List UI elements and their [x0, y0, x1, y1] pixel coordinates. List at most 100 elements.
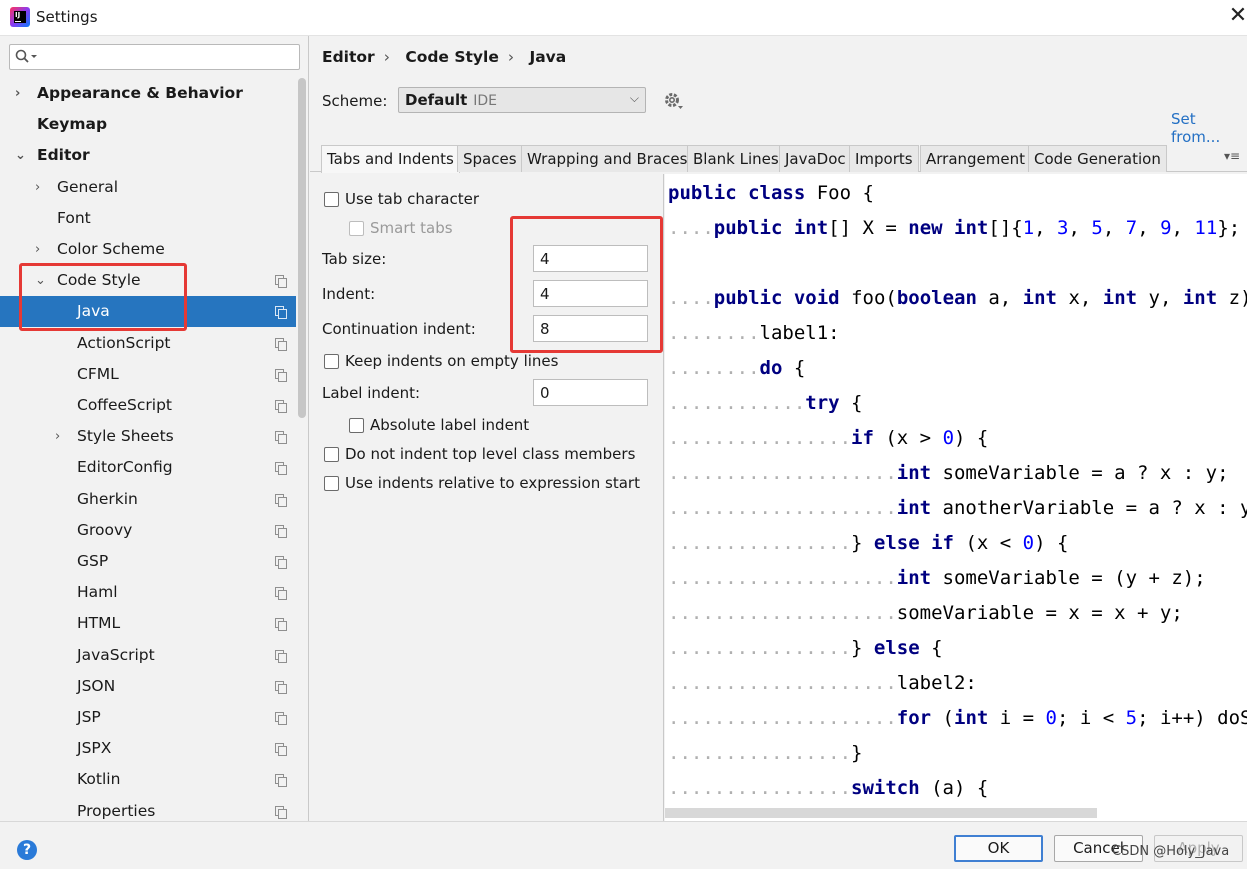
sidebar-item-label: Color Scheme	[57, 240, 165, 258]
code-text: ,	[1102, 217, 1126, 239]
preview-horizontal-scrollbar[interactable]	[665, 808, 1097, 818]
chevron-right-icon[interactable]: ›	[15, 78, 29, 109]
label-indent-input[interactable]: 0	[533, 379, 648, 406]
sidebar-item[interactable]: › Style Sheets	[0, 421, 296, 452]
dialog-footer: ? OK Cancel Apply CSDN @Holy_Java	[0, 821, 1247, 869]
code-keyword: int	[1022, 287, 1057, 309]
project-scheme-icon	[275, 431, 287, 444]
project-scheme-icon	[275, 681, 287, 694]
help-icon[interactable]: ?	[17, 840, 37, 860]
code-keyword: int	[896, 497, 932, 519]
settings-search-input[interactable]	[9, 44, 300, 70]
breadcrumb-code-style[interactable]: Code Style	[405, 48, 499, 66]
relative-indents-checkbox[interactable]	[324, 476, 339, 491]
sidebar-item[interactable]: JavaScript	[0, 640, 296, 671]
sidebar-item[interactable]: JSP	[0, 702, 296, 733]
tabs-overflow-icon[interactable]: ▾≡	[1224, 149, 1240, 163]
tab-spaces[interactable]: Spaces	[457, 145, 523, 172]
code-keyword: int	[1182, 287, 1218, 309]
tab-blank-lines[interactable]: Blank Lines	[687, 145, 785, 172]
use-tab-character-checkbox[interactable]	[324, 192, 339, 207]
code-text: ; i++) doSomething(i);	[1137, 707, 1247, 729]
tab-code-generation[interactable]: Code Generation	[1028, 145, 1167, 172]
sidebar-item[interactable]: › Appearance & Behavior	[0, 78, 296, 109]
chevron-right-icon[interactable]: ›	[35, 234, 49, 265]
no-indent-top-level-checkbox[interactable]	[324, 447, 339, 462]
tab-wrapping-and-braces[interactable]: Wrapping and Braces	[521, 145, 694, 172]
sidebar-item-label: Appearance & Behavior	[37, 84, 243, 102]
sidebar-item-label: CFML	[77, 365, 119, 383]
sidebar-item[interactable]: ActionScript	[0, 328, 296, 359]
scrollbar-thumb[interactable]	[298, 78, 306, 418]
sidebar-item[interactable]: Gherkin	[0, 484, 296, 515]
sidebar-item[interactable]: Keymap	[0, 109, 296, 140]
ok-button[interactable]: OK	[954, 835, 1043, 862]
gear-icon[interactable]	[664, 91, 684, 111]
indent-guide-dots: ............	[668, 392, 806, 414]
code-text: }	[851, 637, 874, 659]
sidebar-item[interactable]: EditorConfig	[0, 452, 296, 483]
code-preview: public class Foo {....public int[] X = n…	[665, 174, 1247, 821]
keep-indents-checkbox[interactable]	[324, 354, 339, 369]
code-text: }	[851, 532, 874, 554]
scheme-dropdown[interactable]: Default IDE ⌵	[398, 87, 646, 113]
sidebar-item[interactable]: Groovy	[0, 515, 296, 546]
set-from-link[interactable]: Set from...	[1171, 110, 1247, 146]
sidebar-item[interactable]: Font	[0, 203, 296, 234]
indent-guide-dots: ....................	[668, 707, 897, 729]
sidebar-item[interactable]: Haml	[0, 577, 296, 608]
sidebar-item[interactable]: CFML	[0, 359, 296, 390]
project-scheme-icon	[275, 494, 287, 507]
code-keyword: int	[1102, 287, 1138, 309]
code-keyword: int	[954, 217, 989, 239]
sidebar-scrollbar[interactable]	[297, 78, 307, 818]
sidebar-item[interactable]: › Color Scheme	[0, 234, 296, 265]
tab-javadoc[interactable]: JavaDoc	[779, 145, 852, 172]
sidebar-item[interactable]: Kotlin	[0, 764, 296, 795]
code-text: ) {	[1034, 532, 1069, 554]
absolute-label-indent-checkbox[interactable]	[349, 418, 364, 433]
code-number: 5	[1091, 217, 1103, 239]
sidebar-item[interactable]: CoffeeScript	[0, 390, 296, 421]
code-line: ................switch (a) {	[668, 777, 988, 799]
indent-guide-dots: ....................	[668, 567, 897, 589]
project-scheme-icon	[275, 462, 287, 475]
code-number: 7	[1125, 217, 1138, 239]
code-number: 0	[1045, 707, 1057, 729]
sidebar-item-label: Kotlin	[77, 770, 121, 788]
sidebar-item[interactable]: JSON	[0, 671, 296, 702]
sidebar-item-label: JSPX	[77, 739, 112, 757]
chevron-right-icon[interactable]: ›	[35, 172, 49, 203]
sidebar-item[interactable]: › General	[0, 172, 296, 203]
indent-guide-dots: ................	[668, 777, 852, 799]
sidebar-item[interactable]: Properties	[0, 796, 296, 821]
code-text: []{	[988, 217, 1023, 239]
sidebar-item[interactable]: GSP	[0, 546, 296, 577]
code-keyword: else if	[873, 532, 954, 554]
chevron-down-icon[interactable]: ⌄	[15, 140, 29, 171]
code-text: someVariable = (y + z);	[931, 567, 1206, 589]
project-scheme-icon	[275, 275, 287, 288]
code-text: label1:	[759, 322, 840, 344]
sidebar-item[interactable]: JSPX	[0, 733, 296, 764]
code-keyword: boolean	[896, 287, 977, 309]
code-style-tabs: ▾≡ Tabs and Indents Spaces Wrapping and Br…	[310, 142, 1247, 173]
code-text: foo(	[839, 287, 897, 309]
code-keyword: int	[896, 462, 932, 484]
tab-tabs-and-indents[interactable]: Tabs and Indents	[321, 145, 460, 173]
code-keyword: if	[851, 427, 874, 449]
chevron-right-icon[interactable]: ›	[55, 421, 69, 452]
project-scheme-icon	[275, 743, 287, 756]
code-text: z) {	[1228, 287, 1247, 309]
sidebar-item[interactable]: HTML	[0, 608, 296, 639]
code-keyword: public	[713, 217, 783, 239]
code-text: someVariable = a ? x : y;	[931, 462, 1229, 484]
indent-label: Indent:	[322, 285, 376, 303]
sidebar-item-label: JavaScript	[77, 646, 155, 664]
sidebar-item[interactable]: ⌄ Editor	[0, 140, 296, 171]
breadcrumb-editor[interactable]: Editor	[322, 48, 375, 66]
close-icon[interactable]: ✕	[1226, 4, 1247, 28]
tab-imports[interactable]: Imports	[849, 145, 919, 172]
tab-arrangement[interactable]: Arrangement	[920, 145, 1032, 172]
